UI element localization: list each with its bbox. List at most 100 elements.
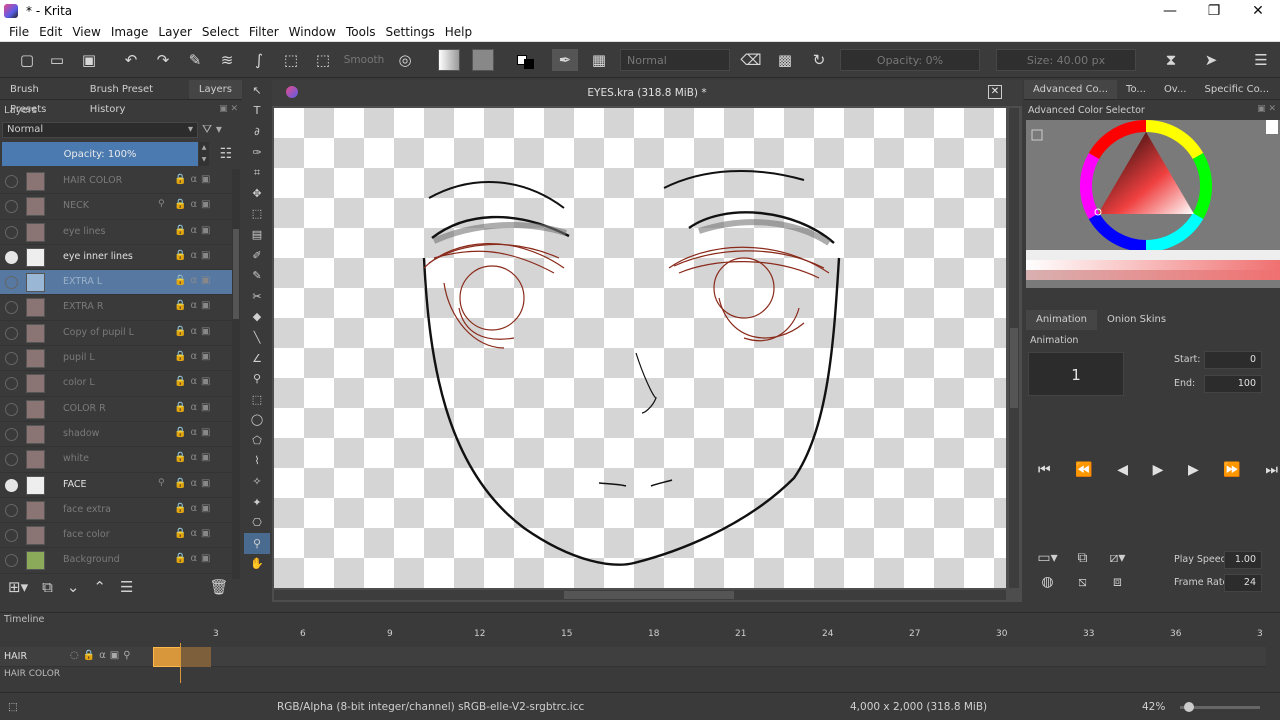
selection-icon[interactable]: ⬚	[8, 701, 18, 713]
layer-row[interactable]: COLOR R 🔒α▣	[0, 397, 232, 422]
visibility-eye-icon[interactable]	[5, 276, 18, 290]
layer-row[interactable]: eye lines 🔒α▣	[0, 220, 232, 245]
canvas-horizontal-scrollbar[interactable]	[274, 590, 1006, 600]
visibility-eye-icon[interactable]	[5, 250, 18, 264]
visibility-eye-icon[interactable]	[5, 225, 18, 239]
first-frame-icon[interactable]: ⏮	[1038, 462, 1051, 484]
save-icon[interactable]: ▣	[78, 49, 100, 71]
layer-properties-icon[interactable]: ☰	[120, 578, 133, 596]
add-layer-icon[interactable]: ⊞▾	[8, 578, 28, 596]
layer-lock-alpha-icons[interactable]: 🔒α▣	[174, 351, 215, 362]
ellipse-select-icon[interactable]: ◯	[244, 410, 270, 431]
timeline-layer-icons[interactable]: ◌🔒α▣⚲	[70, 650, 135, 661]
last-frame-icon[interactable]: ⏭	[1265, 462, 1278, 484]
tab-specific-color[interactable]: Specific Co...	[1196, 80, 1279, 99]
new-document-icon[interactable]: ▢	[16, 49, 38, 71]
delete-layer-icon[interactable]: 🗑	[209, 578, 228, 596]
bezier-select-icon[interactable]: ⎔	[244, 512, 270, 533]
layer-row[interactable]: EXTRA R 🔒α▣	[0, 295, 232, 321]
layer-row[interactable]: HAIR COLOR 🔒α▣	[0, 169, 232, 195]
multibrush-icon[interactable]: ≋	[216, 49, 238, 71]
freehand-select-icon[interactable]: ⌇	[244, 451, 270, 472]
timeline-ruler[interactable]: 3 6 9 12 15 18 21 24 27 30 33 36 3	[150, 629, 1266, 643]
play-speed-field[interactable]: 1.00	[1224, 551, 1262, 569]
color-dock-float-close-icons[interactable]: ▣ ✕	[1257, 104, 1276, 114]
layer-row[interactable]: face color 🔒α▣	[0, 523, 232, 549]
close-window-button[interactable]: ✕	[1236, 0, 1280, 22]
layer-filter-icon[interactable]: ⛛ ▾	[202, 122, 236, 138]
visibility-eye-icon[interactable]	[5, 554, 18, 568]
visibility-eye-icon[interactable]	[5, 326, 18, 340]
zoom-tool-icon[interactable]: ⚲	[244, 533, 270, 554]
tab-brush-presets[interactable]: Brush Presets	[0, 80, 80, 115]
layer-lock-alpha-icons[interactable]: 🔒α▣	[174, 553, 215, 564]
close-document-icon[interactable]: ✕	[988, 85, 1002, 99]
assistant-icon[interactable]: ⬚	[312, 49, 334, 71]
fg-bg-color-icon[interactable]	[512, 49, 538, 71]
size-slider[interactable]: Size: 40.00 px	[996, 49, 1136, 71]
dynamic-brush-icon[interactable]: ∫	[248, 49, 270, 71]
visibility-eye-icon[interactable]	[5, 352, 18, 366]
layer-row[interactable]: shadow 🔒α▣	[0, 422, 232, 448]
current-frame-field[interactable]: 1	[1028, 352, 1124, 396]
visibility-eye-icon[interactable]	[5, 301, 18, 315]
keyframe-cell[interactable]	[153, 647, 181, 667]
advanced-color-selector[interactable]	[1026, 120, 1280, 288]
layer-lock-alpha-icons[interactable]: 🔒α▣	[174, 174, 215, 185]
timeline-row-hair-color[interactable]: HAIR COLOR	[0, 669, 200, 679]
layer-row[interactable]: pupil L 🔒α▣	[0, 346, 232, 372]
color-wheel[interactable]	[1026, 120, 1280, 250]
layer-opacity-slider[interactable]: Opacity: 100%	[2, 142, 198, 166]
next-frame-icon[interactable]: ▶	[1188, 462, 1199, 484]
pin-icon[interactable]: ⚲	[158, 199, 165, 209]
keyframe-icon[interactable]: ⧉	[1065, 550, 1100, 574]
document-tab[interactable]: EYES.kra (318.8 MiB) * ✕	[272, 80, 1022, 106]
prev-frame-icon[interactable]: ◀	[1117, 462, 1128, 484]
gradient-selector[interactable]	[438, 49, 460, 71]
menu-image[interactable]: Image	[106, 25, 154, 39]
text-tool-icon[interactable]: T	[244, 101, 270, 122]
duplicate-layer-icon[interactable]: ⧉	[42, 578, 53, 596]
menu-help[interactable]: Help	[440, 25, 477, 39]
colorize-icon[interactable]: ✐	[244, 245, 270, 266]
redo-icon[interactable]: ↷	[152, 49, 174, 71]
layer-row[interactable]: Background 🔒α▣	[0, 548, 232, 574]
drop-frames-icon[interactable]: ▭▾	[1030, 550, 1065, 574]
visibility-eye-icon[interactable]	[5, 175, 18, 188]
move-layer-down-icon[interactable]: ⌄	[67, 578, 80, 596]
menu-filter[interactable]: Filter	[244, 25, 284, 39]
pin-icon[interactable]: ⚲	[158, 478, 165, 488]
eraser-icon[interactable]: ⌫	[740, 49, 762, 71]
layer-thumbnail-menu-icon[interactable]: ☷	[214, 142, 238, 166]
prev-keyframe-icon[interactable]: ⏪	[1075, 462, 1092, 484]
opacity-slider[interactable]: Opacity: 0%	[840, 49, 980, 71]
visibility-eye-icon[interactable]	[5, 402, 18, 416]
layer-lock-alpha-icons[interactable]: 🔒α▣	[174, 326, 215, 337]
pattern-icon[interactable]: ◎	[394, 49, 416, 71]
layer-lock-alpha-icons[interactable]: 🔒α▣	[174, 225, 215, 236]
layer-lock-alpha-icons[interactable]: 🔒α▣	[174, 275, 215, 286]
layer-row[interactable]: white 🔒α▣	[0, 447, 232, 473]
visibility-eye-icon[interactable]	[5, 453, 18, 467]
tab-tool-options[interactable]: To...	[1117, 80, 1155, 99]
frame-rate-field[interactable]: 24	[1224, 574, 1262, 592]
zoom-slider[interactable]	[1180, 702, 1260, 712]
visibility-eye-icon[interactable]	[5, 529, 18, 543]
move-layer-up-icon[interactable]: ⌃	[93, 578, 106, 596]
freehand-path-icon[interactable]: ✑	[244, 142, 270, 163]
preserve-alpha-icon[interactable]: ▩	[774, 49, 796, 71]
workspace-icon[interactable]: ☰	[1250, 49, 1272, 71]
menu-tools[interactable]: Tools	[341, 25, 381, 39]
onion-skin-icon[interactable]: ◍	[1030, 574, 1065, 598]
layer-list-scrollbar[interactable]	[232, 169, 240, 579]
brush-editor-icon[interactable]: ▦	[588, 49, 610, 71]
calligraphy-icon[interactable]: ∂	[244, 121, 270, 142]
contiguous-select-icon[interactable]: ✧	[244, 471, 270, 492]
freehand-brush-icon[interactable]: ✎	[184, 49, 206, 71]
remove-keyframe-icon[interactable]: ⧄▾	[1100, 550, 1135, 574]
line-tool-icon[interactable]: ╲	[244, 327, 270, 348]
tab-overview[interactable]: Ov...	[1155, 80, 1196, 99]
layer-lock-alpha-icons[interactable]: 🔒α▣	[174, 478, 215, 489]
visibility-eye-icon[interactable]	[5, 478, 18, 492]
reload-preset-icon[interactable]: ↻	[808, 49, 830, 71]
